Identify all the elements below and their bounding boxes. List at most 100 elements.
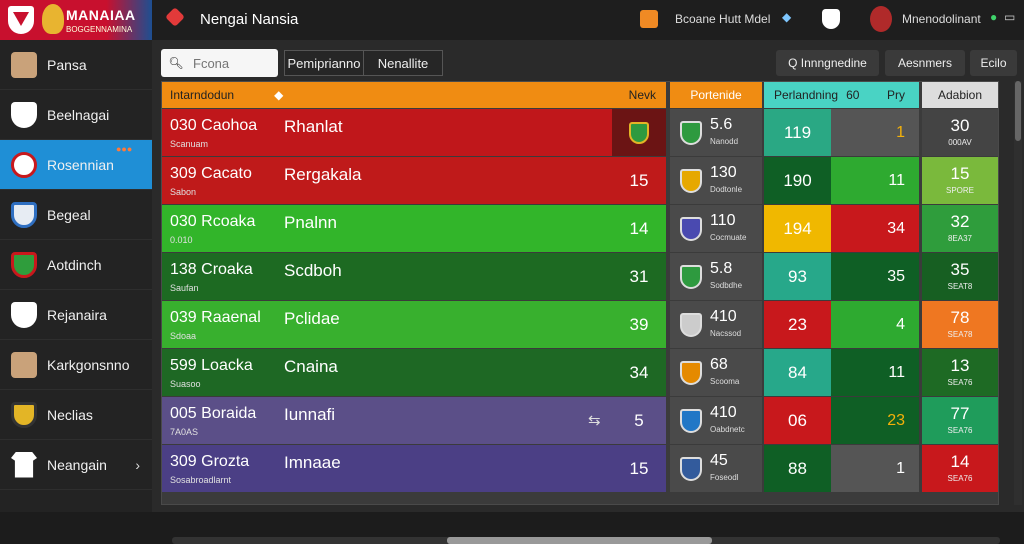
table-row[interactable]: 138 Croaka Saufan Scdboh 31 5.8 Sodbdhe 93 35 35… (162, 253, 1000, 301)
player-sub: Sdoaa (170, 331, 197, 341)
match-cell[interactable]: 68 Scooma (670, 349, 762, 396)
match-cell[interactable]: 410 Oabdnetc (670, 397, 762, 444)
table-header-perf[interactable]: Perlandning 60 Pry (764, 82, 919, 108)
match-sub: Nanodd (710, 137, 739, 146)
search-input[interactable] (193, 55, 273, 71)
tab-nenallite[interactable]: Nenallite (363, 50, 443, 76)
action-value: 14 (950, 452, 970, 471)
week-value: 15 (629, 170, 649, 190)
club-crest-icon (680, 457, 702, 481)
sidebar-item-7[interactable]: Neclias (0, 390, 152, 440)
table-row[interactable]: 005 Boraida 7A0AS Iunnafi ⇆ 5 410 Oabdnetc 06 23… (162, 397, 1000, 445)
player-code: 030 Caohoa (170, 117, 258, 134)
action-cell[interactable]: 77 SEA76 (922, 397, 998, 444)
match-cell[interactable]: 130 Dodtonle (670, 157, 762, 204)
sidebar-item-label: Begeal (47, 206, 91, 223)
horizontal-scrollbar[interactable] (172, 537, 1000, 544)
sort-icon[interactable]: ◆ (274, 88, 283, 102)
action-sub: 000AV (948, 138, 972, 147)
sidebar-item-3[interactable]: Begeal (0, 190, 152, 240)
week-value: 39 (629, 314, 649, 334)
week-value: 5 (634, 410, 644, 430)
match-cell[interactable]: 45 Foseodl (670, 445, 762, 492)
action-cell[interactable]: 35 SEAT8 (922, 253, 998, 300)
sidebar-item-2[interactable]: Rosennian ●●● (0, 140, 152, 190)
player-cell[interactable]: 138 Croaka Saufan Scdboh (162, 253, 612, 300)
table-row[interactable]: 309 Grozta Sosabroadlarnt Imnaae 15 45 Foseod… (162, 445, 1000, 493)
table-header-act[interactable]: Adabion (922, 82, 998, 108)
action-cell[interactable]: 13 SEA76 (922, 349, 998, 396)
match-cell[interactable]: 5.8 Sodbdhe (670, 253, 762, 300)
user-name[interactable]: Mnenodolinant (902, 12, 981, 26)
action-value: 78 (950, 308, 970, 327)
match-label[interactable]: Bcoane Hutt Mdel (675, 12, 770, 26)
player-cell[interactable]: 030 Caohoa Scanuam Rhanlat (162, 109, 612, 156)
team-name: Cnaina (284, 357, 338, 376)
action-value: 15 (950, 164, 970, 183)
scrollbar-thumb[interactable] (1015, 81, 1021, 141)
ply-cell: 35 (831, 253, 919, 300)
ply-cell: 11 (831, 157, 919, 204)
table-row[interactable]: 039 Raaenal Sdoaa Pclidae 39 410 Nacssod 23 4 78… (162, 301, 1000, 349)
player-code: 599 Loacka (170, 357, 253, 374)
action-sub: SPORE (945, 186, 974, 195)
team-name: Rhanlat (284, 117, 343, 136)
diamond-icon: ◆ (782, 10, 792, 24)
table-row[interactable]: 599 Loacka Suasoo Cnaina 34 68 Scooma 84 11 13 SE… (162, 349, 1000, 397)
week-cell: 14 (612, 205, 666, 252)
vertical-scrollbar[interactable] (1014, 81, 1022, 505)
action-cell[interactable]: 14 SEA76 (922, 445, 998, 492)
player-cell[interactable]: 309 Grozta Sosabroadlarnt Imnaae (162, 445, 612, 492)
player-cell[interactable]: 599 Loacka Suasoo Cnaina (162, 349, 612, 396)
filter-button[interactable]: Q Innngnedine (776, 50, 879, 76)
match-cell[interactable]: 110 Cocmuate (670, 205, 762, 252)
table-row[interactable]: 030 Caohoa Scanuam Rhanlat 5.6 Nanodd 119 1 30 0… (162, 109, 1000, 157)
sidebar-item-1[interactable]: Beelnagai (0, 90, 152, 140)
player-sub: Sabon (170, 187, 197, 197)
club-crest-icon (680, 217, 702, 241)
aesnmers-button[interactable]: Aesnmers (885, 50, 965, 76)
brand-crest-icon (42, 4, 64, 34)
action-cell[interactable]: 32 8EA37 (922, 205, 998, 252)
player-cell[interactable]: 309 Cacato Sabon Rergakala (162, 157, 612, 204)
action-cell[interactable]: 78 SEA78 (922, 301, 998, 348)
search-box[interactable]: 🔍︎ (161, 49, 278, 77)
player-cell[interactable]: 039 Raaenal Sdoaa Pclidae (162, 301, 612, 348)
user-avatar-icon[interactable] (870, 6, 892, 32)
match-cell[interactable]: 410 Nacssod (670, 301, 762, 348)
sidebar-item-label: Aotdinch (47, 256, 102, 273)
scrollbar-thumb[interactable] (447, 537, 712, 544)
brand-logo[interactable]: MANAIAA BOGGENNAMINA (0, 0, 152, 40)
notification-badge: ●●● (116, 144, 133, 154)
player-sub: Scanuam (170, 139, 209, 149)
sidebar-item-0[interactable]: Pansa (0, 40, 152, 90)
table-header-name[interactable]: Intarndodun ◆ Nevk (162, 82, 666, 108)
swap-icon[interactable]: ⇆ (588, 411, 601, 429)
player-cell[interactable]: 005 Boraida 7A0AS Iunnafi ⇆ (162, 397, 612, 444)
action-cell[interactable]: 30 000AV (922, 109, 998, 156)
player-cell[interactable]: 030 Rcoaka 0.010 Pnalnn (162, 205, 612, 252)
table-row[interactable]: 030 Rcoaka 0.010 Pnalnn 14 110 Cocmuate 194 34 3… (162, 205, 1000, 253)
table-row[interactable]: 309 Cacato Sabon Rergakala 15 130 Dodtonle 190… (162, 157, 1000, 205)
table-header-match[interactable]: Portenide (670, 82, 762, 108)
shield-icon (11, 101, 37, 128)
sidebar-item-8[interactable]: Neangain › (0, 440, 152, 490)
window-control-icon[interactable]: ▭ (1004, 10, 1015, 24)
shield-icon (11, 301, 37, 328)
match-cell[interactable]: 5.6 Nanodd (670, 109, 762, 156)
tab-pemiprianno[interactable]: Pemiprianno (284, 50, 364, 76)
shield-icon[interactable] (822, 9, 840, 29)
match-sub: Dodtonle (710, 185, 743, 194)
match-sub: Foseodl (710, 473, 739, 482)
player-sub: 0.010 (170, 235, 193, 245)
action-cell[interactable]: 15 SPORE (922, 157, 998, 204)
edit-button[interactable]: Ecilo (970, 50, 1017, 76)
sidebar-item-4[interactable]: Aotdinch (0, 240, 152, 290)
perf-cell: 119 (764, 109, 831, 156)
chevron-right-icon[interactable]: › (135, 457, 140, 473)
match-score: 5.8 (710, 260, 733, 277)
sidebar-item-5[interactable]: Rejanaira (0, 290, 152, 340)
header-week[interactable]: Nevk (629, 88, 656, 102)
week-cell: 15 (612, 445, 666, 492)
sidebar-item-6[interactable]: Karkgonsnno (0, 340, 152, 390)
